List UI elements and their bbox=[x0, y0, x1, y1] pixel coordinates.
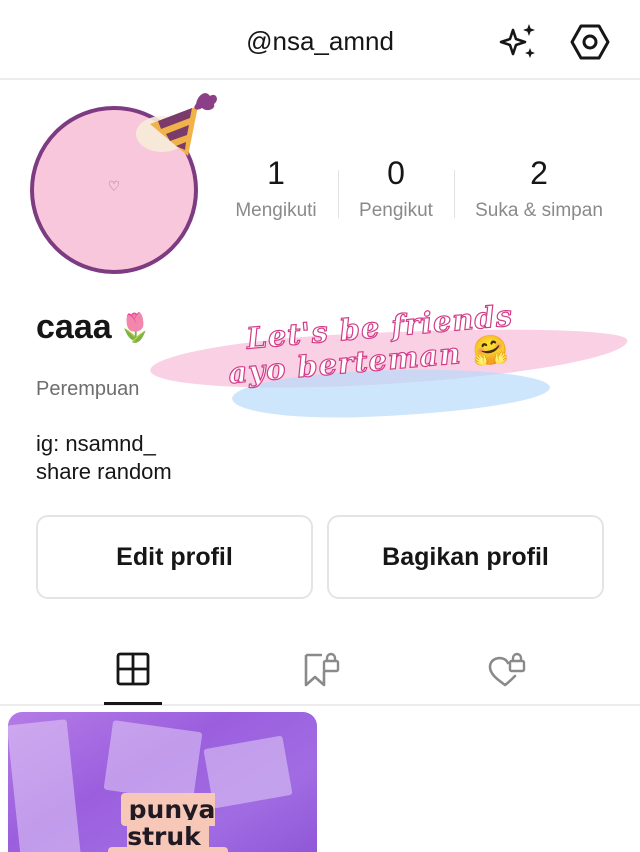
gender-label: Perempuan bbox=[36, 378, 140, 400]
receipt-image bbox=[8, 719, 82, 852]
stat-followers-label: Pengikut bbox=[359, 200, 433, 221]
heart-icon: ♡ bbox=[107, 177, 121, 194]
settings-hexagon-icon[interactable] bbox=[570, 22, 610, 62]
stat-followers[interactable]: 0 Pengikut bbox=[346, 150, 446, 222]
video-caption: punya struk belanja bbox=[78, 793, 258, 852]
stat-followers-value: 0 bbox=[387, 155, 405, 191]
heart-lock-icon bbox=[488, 652, 526, 687]
bio-line: share random bbox=[36, 459, 172, 484]
stat-likes-label: Suka & simpan bbox=[475, 200, 603, 221]
profile-stats: 1 Mengikuti 0 Pengikut 2 Suka & simpan bbox=[224, 150, 624, 240]
display-name-text: caaa bbox=[36, 308, 112, 346]
stat-likes-value: 2 bbox=[530, 155, 548, 191]
active-tab-indicator bbox=[104, 702, 162, 705]
top-header: @nsa_amnd bbox=[0, 0, 640, 80]
caption-line: belanja bbox=[108, 847, 228, 852]
stat-following-label: Mengikuti bbox=[235, 200, 317, 221]
tulip-emoji: 🌷 bbox=[117, 312, 153, 343]
stat-following[interactable]: 1 Mengikuti bbox=[224, 150, 328, 222]
tab-videos[interactable] bbox=[103, 644, 163, 694]
stat-divider bbox=[454, 170, 455, 218]
display-name: caaa 🌷 bbox=[36, 308, 153, 347]
profile-tabs bbox=[0, 630, 640, 706]
grid-icon bbox=[116, 652, 150, 686]
stat-following-value: 1 bbox=[267, 155, 285, 191]
party-hat-icon bbox=[136, 84, 220, 165]
stat-divider bbox=[338, 170, 339, 218]
edit-profile-button[interactable]: Edit profil bbox=[36, 515, 313, 599]
hug-emoji: 🤗 bbox=[470, 331, 511, 369]
sparkle-icon[interactable] bbox=[499, 22, 539, 62]
receipt-image bbox=[103, 720, 203, 802]
caption-line: punya struk bbox=[120, 793, 216, 852]
share-profile-button[interactable]: Bagikan profil bbox=[327, 515, 604, 599]
friends-sticker: Let's be friends ayo berteman 🤗 bbox=[148, 298, 630, 440]
stat-likes-saves[interactable]: 2 Suka & simpan bbox=[464, 150, 614, 222]
video-thumbnail[interactable]: punya struk belanja bbox=[8, 712, 317, 852]
profile-username[interactable]: @nsa_amnd bbox=[0, 26, 640, 57]
tab-liked[interactable] bbox=[476, 644, 536, 694]
bookmark-lock-icon bbox=[304, 652, 340, 687]
tab-saved[interactable] bbox=[290, 644, 350, 694]
